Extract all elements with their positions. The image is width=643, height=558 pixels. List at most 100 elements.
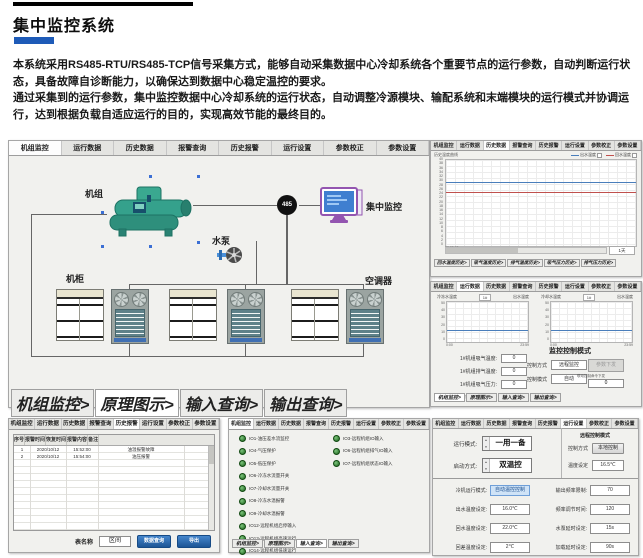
- sensor-value[interactable]: 0: [501, 380, 527, 389]
- query-button[interactable]: 数据查询: [137, 535, 171, 548]
- tab[interactable]: 运行设置: [561, 419, 587, 428]
- control-value[interactable]: 远程监控: [551, 360, 587, 370]
- tab[interactable]: 参数校正: [324, 141, 377, 155]
- tab[interactable]: 运行数据: [35, 419, 61, 429]
- tab[interactable]: 运行设置: [562, 141, 588, 150]
- table-name-input[interactable]: 区间: [99, 536, 131, 547]
- tab[interactable]: 参数设置: [404, 419, 429, 429]
- tab[interactable]: 运行设置: [562, 282, 588, 291]
- setting-value[interactable]: 16.0℃: [490, 504, 530, 515]
- chart-scrollbar[interactable]: [445, 247, 607, 254]
- tab[interactable]: 参数校正: [379, 419, 404, 429]
- tab[interactable]: 机组监控: [431, 282, 457, 291]
- bottom-tab[interactable]: 机组监控>: [11, 389, 94, 417]
- tab[interactable]: 历史数据: [114, 141, 167, 155]
- history-tab[interactable]: 吸气温度历史>: [471, 259, 507, 267]
- tab[interactable]: 报警查询: [88, 419, 114, 429]
- spinner-icon[interactable]: ▲▼: [483, 459, 490, 472]
- tab[interactable]: 运行数据: [457, 282, 483, 291]
- history-tab[interactable]: 排气压力历史>: [581, 259, 617, 267]
- tab[interactable]: 运行数据: [459, 419, 485, 428]
- scrollbar-thumb[interactable]: [446, 248, 518, 253]
- spinner-icon[interactable]: ▲▼: [483, 437, 490, 450]
- tab[interactable]: 历史报警: [536, 282, 562, 291]
- tab[interactable]: 参数校正: [589, 141, 615, 150]
- tab[interactable]: 运行数据: [254, 419, 279, 429]
- tab[interactable]: 机组监控: [433, 419, 459, 428]
- bottom-tab[interactable]: 输入查询>: [498, 393, 529, 402]
- legend-checkbox-icon[interactable]: [597, 153, 602, 158]
- tab[interactable]: 历史数据: [484, 282, 510, 291]
- column-header[interactable]: 报警时间: [25, 435, 46, 445]
- tab[interactable]: 运行设置: [272, 141, 325, 155]
- legend-item[interactable]: 回水温度: [606, 152, 637, 158]
- column-header[interactable]: 备注: [88, 435, 99, 445]
- apply-params-button[interactable]: 参数下发: [588, 359, 624, 372]
- tab[interactable]: 机组监控: [229, 419, 254, 429]
- sensor-value[interactable]: 0: [501, 354, 527, 363]
- tab[interactable]: 报警查询: [167, 141, 220, 155]
- tab[interactable]: 历史报警: [329, 419, 354, 429]
- remote-mode-button[interactable]: 本地控制: [592, 443, 624, 454]
- tab[interactable]: 历史报警: [114, 419, 140, 429]
- tab[interactable]: 历史报警: [536, 419, 562, 428]
- tab[interactable]: 机组监控: [9, 419, 35, 429]
- export-button[interactable]: 导出: [177, 535, 211, 548]
- tab[interactable]: 参数设置: [615, 141, 641, 150]
- bottom-tab[interactable]: 输出查询>: [328, 539, 359, 548]
- tab[interactable]: 参数校正: [589, 282, 615, 291]
- setting-value[interactable]: 70: [590, 485, 630, 496]
- tab[interactable]: 运行设置: [140, 419, 166, 429]
- setting-value[interactable]: 自动温控控制: [490, 485, 530, 496]
- tab[interactable]: 机组监控: [431, 141, 457, 150]
- tab[interactable]: 历史数据: [279, 419, 304, 429]
- scrollbar-thumb[interactable]: [209, 446, 214, 464]
- mode-select[interactable]: ▲▼ 一用一备: [482, 436, 532, 451]
- legend-item[interactable]: 出水温度: [571, 152, 602, 158]
- history-tab[interactable]: 吸气压力历史>: [544, 259, 580, 267]
- tab[interactable]: 报警查询: [304, 419, 329, 429]
- column-header[interactable]: 报警内容: [67, 435, 88, 445]
- history-tab[interactable]: 排气温度历史>: [507, 259, 543, 267]
- bottom-tab[interactable]: 输出查询>: [530, 393, 561, 402]
- bottom-tab[interactable]: 输出查询>: [264, 389, 347, 417]
- tab[interactable]: 运行数据: [62, 141, 115, 155]
- start-mode-select[interactable]: ▲▼ 双温控: [482, 458, 532, 473]
- tab[interactable]: 参数设置: [193, 419, 219, 429]
- bottom-tab[interactable]: 原理图示>: [95, 389, 178, 417]
- tab[interactable]: 历史报警: [219, 141, 272, 155]
- sensor-value[interactable]: 0: [501, 367, 527, 376]
- tab[interactable]: 历史数据: [484, 419, 510, 428]
- tab[interactable]: 报警查询: [510, 141, 536, 150]
- mini-plot-area[interactable]: [550, 301, 633, 343]
- table-scrollbar[interactable]: [208, 446, 214, 530]
- mini-plot-area[interactable]: [446, 301, 529, 343]
- tab[interactable]: 参数校正: [167, 419, 193, 429]
- bottom-tab[interactable]: 输入查询>: [296, 539, 327, 548]
- setting-value[interactable]: 2℃: [490, 542, 530, 553]
- temp-set-value[interactable]: 16.5℃: [592, 460, 624, 471]
- tab[interactable]: 运行设置: [354, 419, 379, 429]
- tab[interactable]: 报警查询: [510, 419, 536, 428]
- tab[interactable]: 运行数据: [457, 141, 483, 150]
- column-header[interactable]: 恢复时间: [46, 435, 67, 445]
- history-plot-area[interactable]: [445, 159, 637, 247]
- column-header[interactable]: 序号: [14, 435, 25, 445]
- tab[interactable]: 历史数据: [484, 141, 510, 150]
- unit-combo[interactable]: 1#: [479, 294, 491, 301]
- legend-checkbox-icon[interactable]: [632, 153, 637, 158]
- tab[interactable]: 参数设置: [615, 282, 641, 291]
- tab[interactable]: 参数设置: [612, 419, 638, 428]
- unit-combo[interactable]: 1#: [583, 294, 595, 301]
- tab[interactable]: 历史数据: [62, 419, 88, 429]
- range-select[interactable]: 1天: [609, 246, 635, 255]
- tab[interactable]: 历史报警: [536, 141, 562, 150]
- bottom-tab[interactable]: 机组监控>: [232, 539, 263, 548]
- tab[interactable]: 参数设置: [377, 141, 430, 155]
- setting-value[interactable]: 90s: [590, 542, 630, 553]
- bottom-tab[interactable]: 原理图示>: [466, 393, 497, 402]
- cmd-value-input[interactable]: 0: [588, 379, 624, 388]
- bottom-tab[interactable]: 输入查询>: [180, 389, 263, 417]
- setting-value[interactable]: 120: [590, 504, 630, 515]
- bottom-tab[interactable]: 机组监控>: [434, 393, 465, 402]
